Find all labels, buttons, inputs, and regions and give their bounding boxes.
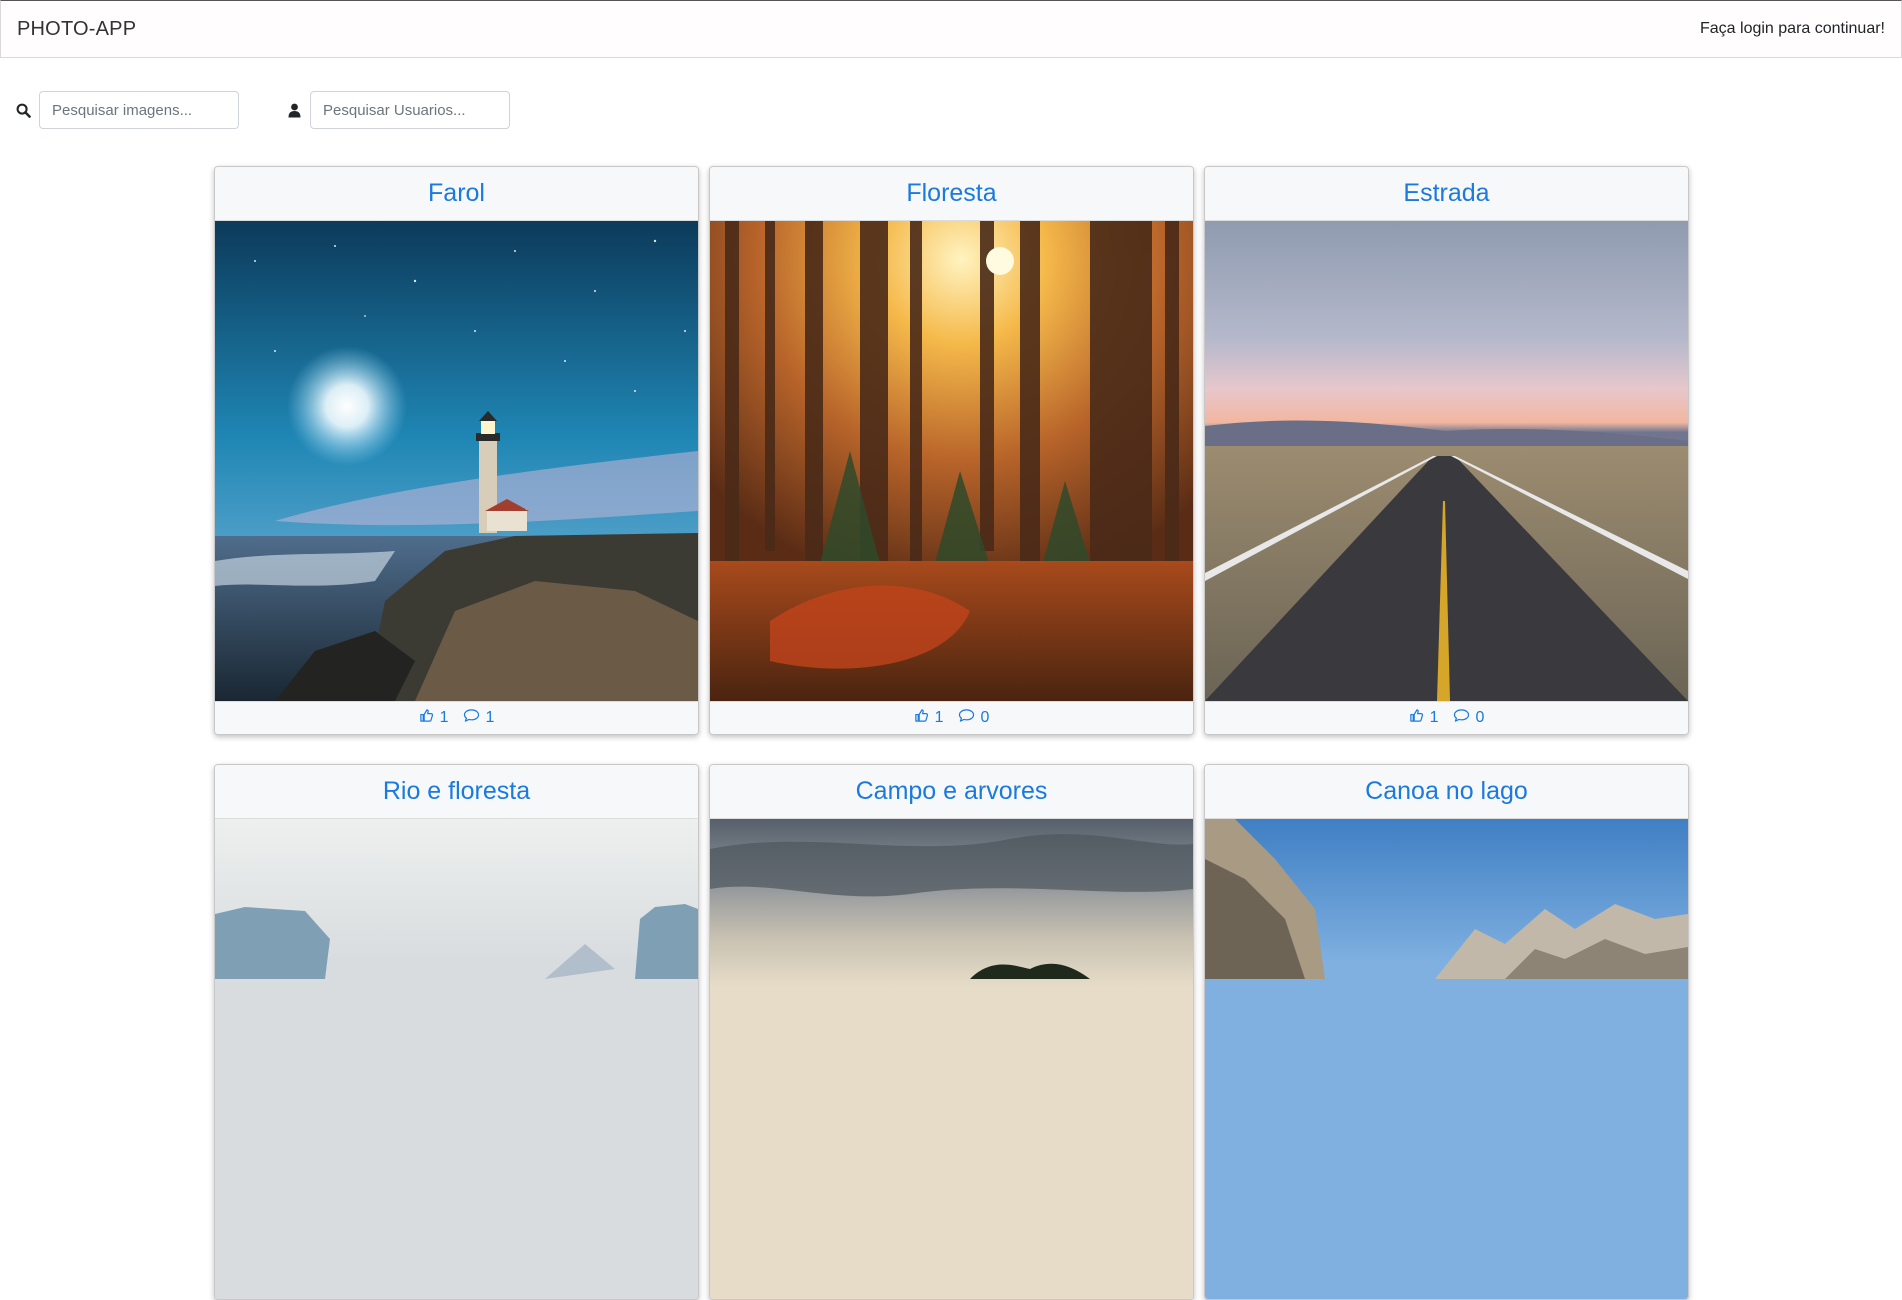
card-header: Floresta (710, 167, 1193, 221)
forest-photo[interactable] (710, 221, 1193, 701)
user-icon (286, 102, 302, 118)
river-forest-photo[interactable] (215, 819, 698, 1299)
login-message: Faça login para continuar! (1700, 20, 1885, 37)
like-button[interactable]: 1 (914, 708, 944, 728)
card-header: Campo e arvores (710, 765, 1193, 819)
thumbs-up-icon (914, 708, 929, 728)
like-count: 1 (1429, 709, 1439, 726)
card-header: Farol (215, 167, 698, 221)
lighthouse-photo[interactable] (215, 221, 698, 701)
photo-card: Floresta 1 0 (709, 166, 1194, 735)
comment-count: 0 (980, 709, 990, 726)
like-count: 1 (934, 709, 944, 726)
photo-grid: Farol 1 1 Floresta 1 0 Estrada 1 0 Rio e… (214, 166, 1689, 1300)
navbar: PHOTO-APP Faça login para continuar! (0, 0, 1902, 58)
card-title-link[interactable]: Rio e floresta (383, 777, 530, 806)
card-title-link[interactable]: Estrada (1403, 179, 1489, 208)
card-title-link[interactable]: Farol (428, 179, 485, 208)
card-header: Rio e floresta (215, 765, 698, 819)
like-button[interactable]: 1 (1409, 708, 1439, 728)
card-title-link[interactable]: Campo e arvores (856, 777, 1048, 806)
canoe-lake-photo[interactable] (1205, 819, 1688, 1299)
brand-link[interactable]: PHOTO-APP (17, 18, 136, 41)
card-footer: 1 0 (1205, 701, 1688, 734)
comment-button[interactable]: 0 (1453, 708, 1485, 728)
comment-button[interactable]: 1 (463, 708, 495, 728)
thumbs-up-icon (419, 708, 434, 728)
comment-icon (958, 708, 975, 728)
comment-icon (463, 708, 480, 728)
image-search-input[interactable] (39, 91, 239, 129)
image-search-group (15, 91, 239, 129)
photo-card: Rio e floresta (214, 764, 699, 1300)
card-title-link[interactable]: Canoa no lago (1365, 777, 1528, 806)
photo-card: Estrada 1 0 (1204, 166, 1689, 735)
like-count: 1 (439, 709, 449, 726)
search-row (0, 91, 510, 129)
comment-count: 1 (485, 709, 495, 726)
field-trees-photo[interactable] (710, 819, 1193, 1299)
road-photo[interactable] (1205, 221, 1688, 701)
card-header: Estrada (1205, 167, 1688, 221)
photo-card: Campo e arvores (709, 764, 1194, 1300)
comment-count: 0 (1475, 709, 1485, 726)
photo-card: Canoa no lago (1204, 764, 1689, 1300)
like-button[interactable]: 1 (419, 708, 449, 728)
thumbs-up-icon (1409, 708, 1424, 728)
card-footer: 1 0 (710, 701, 1193, 734)
user-search-input[interactable] (310, 91, 510, 129)
comment-icon (1453, 708, 1470, 728)
card-header: Canoa no lago (1205, 765, 1688, 819)
comment-button[interactable]: 0 (958, 708, 990, 728)
search-icon (15, 102, 31, 118)
photo-card: Farol 1 1 (214, 166, 699, 735)
card-title-link[interactable]: Floresta (906, 179, 996, 208)
user-search-group (286, 91, 510, 129)
card-footer: 1 1 (215, 701, 698, 734)
